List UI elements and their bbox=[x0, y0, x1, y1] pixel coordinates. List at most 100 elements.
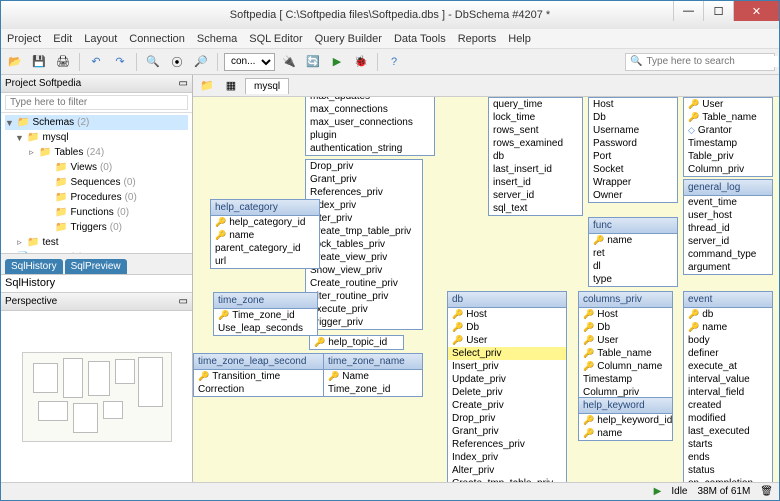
column-create_tmp_table_priv[interactable]: Create_tmp_table_priv bbox=[306, 225, 422, 238]
column-parent_category_id[interactable]: parent_category_id bbox=[211, 242, 319, 255]
tab-sqlpreview[interactable]: SqlPreview bbox=[65, 259, 127, 274]
column-timestamp[interactable]: Timestamp bbox=[579, 373, 672, 386]
column-user[interactable]: 🔑User bbox=[579, 334, 672, 347]
column-server_id[interactable]: server_id bbox=[684, 235, 772, 248]
column-create_priv[interactable]: Create_priv bbox=[448, 399, 566, 412]
column-max_user_connections[interactable]: max_user_connections bbox=[306, 116, 434, 129]
column-query_time[interactable]: query_time bbox=[489, 98, 582, 111]
column-ret[interactable]: ret bbox=[589, 247, 677, 260]
column-time_zone_id[interactable]: Time_zone_id bbox=[324, 383, 422, 396]
table-time_zone_leap_second[interactable]: time_zone_leap_second🔑Transition_timeCor… bbox=[193, 353, 328, 397]
table-header[interactable]: func bbox=[589, 218, 677, 234]
column-name[interactable]: 🔑name bbox=[589, 234, 677, 247]
table-time_zone_name[interactable]: time_zone_name🔑NameTime_zone_id bbox=[323, 353, 423, 397]
column-db[interactable]: 🔑Db bbox=[448, 321, 566, 334]
menu-data-tools[interactable]: Data Tools bbox=[394, 33, 446, 45]
column-starts[interactable]: starts bbox=[684, 438, 772, 451]
column-server_id[interactable]: server_id bbox=[489, 189, 582, 202]
column-insert_id[interactable]: insert_id bbox=[489, 176, 582, 189]
table-header[interactable]: db bbox=[448, 292, 566, 308]
column-event_time[interactable]: event_time bbox=[684, 196, 772, 209]
column-db[interactable]: 🔑db bbox=[684, 308, 772, 321]
column-insert_priv[interactable]: Insert_priv bbox=[448, 360, 566, 373]
menu-schema[interactable]: Schema bbox=[197, 33, 237, 45]
column-create_routine_priv[interactable]: Create_routine_priv bbox=[306, 277, 422, 290]
column-interval_value[interactable]: interval_value bbox=[684, 373, 772, 386]
column-create_tmp_table_priv[interactable]: Create_tmp_table_priv bbox=[448, 477, 566, 482]
column-port[interactable]: Port bbox=[589, 150, 677, 163]
help-icon[interactable]: ? bbox=[384, 52, 404, 72]
trash-icon[interactable]: 🗑 bbox=[760, 486, 773, 497]
column-table_priv[interactable]: Table_priv bbox=[684, 150, 772, 163]
column-db[interactable]: 🔑Db bbox=[579, 321, 672, 334]
tree-item-triggers[interactable]: 📁Triggers (0) bbox=[5, 220, 188, 235]
column-status[interactable]: status bbox=[684, 464, 772, 477]
zoom-in-icon[interactable]: 🔎 bbox=[191, 52, 211, 72]
column-type[interactable]: type bbox=[589, 273, 677, 286]
column-help_keyword_id[interactable]: 🔑help_keyword_id bbox=[579, 414, 672, 427]
column-host[interactable]: 🔑Host bbox=[579, 308, 672, 321]
column-alter_routine_priv[interactable]: Alter_routine_priv bbox=[306, 290, 422, 303]
close-button[interactable]: ✕ bbox=[733, 1, 779, 21]
column-plugin[interactable]: plugin bbox=[306, 129, 434, 142]
table-func[interactable]: func🔑nameretdltype bbox=[588, 217, 678, 287]
debug-icon[interactable]: 🐞 bbox=[351, 52, 371, 72]
zoom-100-icon[interactable]: ⦿ bbox=[167, 52, 187, 72]
table-t5[interactable]: 🔑User🔑Table_name◇GrantorTimestampTable_p… bbox=[683, 97, 773, 177]
minimize-button[interactable]: — bbox=[673, 1, 703, 21]
column-body[interactable]: body bbox=[684, 334, 772, 347]
maximize-button[interactable]: ☐ bbox=[703, 1, 733, 21]
column-show_view_priv[interactable]: Show_view_priv bbox=[306, 264, 422, 277]
column-name[interactable]: 🔑name bbox=[579, 427, 672, 440]
table-header[interactable]: help_keyword bbox=[579, 398, 672, 414]
column-sql_text[interactable]: sql_text bbox=[489, 202, 582, 215]
column-name[interactable]: 🔑name bbox=[684, 321, 772, 334]
column-password[interactable]: Password bbox=[589, 137, 677, 150]
table-header[interactable]: time_zone_leap_second bbox=[194, 354, 327, 370]
menu-query-builder[interactable]: Query Builder bbox=[315, 33, 382, 45]
column-alter_priv[interactable]: Alter_priv bbox=[306, 212, 422, 225]
column-user[interactable]: 🔑User bbox=[448, 334, 566, 347]
column-db[interactable]: db bbox=[489, 150, 582, 163]
menu-help[interactable]: Help bbox=[508, 33, 531, 45]
tab-mysql[interactable]: mysql bbox=[245, 78, 289, 94]
folder-icon[interactable]: 📁 bbox=[197, 76, 217, 96]
column-interval_field[interactable]: interval_field bbox=[684, 386, 772, 399]
column-select_priv[interactable]: Select_priv bbox=[448, 347, 566, 360]
column-dl[interactable]: dl bbox=[589, 260, 677, 273]
menu-layout[interactable]: Layout bbox=[84, 33, 117, 45]
tree-item-mysql[interactable]: ▼📁mysql bbox=[5, 130, 188, 145]
table-help_keyword[interactable]: help_keyword🔑help_keyword_id🔑name bbox=[578, 397, 673, 441]
table-t4[interactable]: HostDbUsernamePasswordPortSocketWrapperO… bbox=[588, 97, 678, 203]
collapse-icon[interactable]: ▭ bbox=[179, 78, 188, 89]
connection-combo[interactable]: con... bbox=[224, 53, 275, 71]
connect-icon[interactable]: 🔌 bbox=[279, 52, 299, 72]
column-url[interactable]: url bbox=[211, 255, 319, 268]
column-drop_priv[interactable]: Drop_priv bbox=[448, 412, 566, 425]
column-references_priv[interactable]: References_priv bbox=[448, 438, 566, 451]
tree-item-functions[interactable]: 📁Functions (0) bbox=[5, 205, 188, 220]
column-column_name[interactable]: 🔑Column_name bbox=[579, 360, 672, 373]
column-delete_priv[interactable]: Delete_priv bbox=[448, 386, 566, 399]
table-header[interactable]: help_category bbox=[211, 200, 319, 216]
column-modified[interactable]: modified bbox=[684, 412, 772, 425]
search-input[interactable] bbox=[646, 56, 778, 67]
column-max_connections[interactable]: max_connections bbox=[306, 103, 434, 116]
column-alter_priv[interactable]: Alter_priv bbox=[448, 464, 566, 477]
column-grant_priv[interactable]: Grant_priv bbox=[306, 173, 422, 186]
column-trigger_priv[interactable]: Trigger_priv bbox=[306, 316, 422, 329]
column-references_priv[interactable]: References_priv bbox=[306, 186, 422, 199]
table-t2[interactable]: Drop_privGrant_privReferences_privIndex_… bbox=[305, 159, 423, 330]
column-host[interactable]: 🔑Host bbox=[448, 308, 566, 321]
collapse-icon[interactable]: ▭ bbox=[179, 296, 188, 307]
column-on_completion[interactable]: on_completion bbox=[684, 477, 772, 482]
column-help_topic_id[interactable]: 🔑help_topic_id bbox=[310, 336, 403, 349]
menu-reports[interactable]: Reports bbox=[458, 33, 497, 45]
column-user[interactable]: 🔑User bbox=[684, 98, 772, 111]
column-correction[interactable]: Correction bbox=[194, 383, 327, 396]
column-host[interactable]: Host bbox=[589, 98, 677, 111]
tree-item-test[interactable]: ▹📁test bbox=[5, 235, 188, 250]
tree-item-views[interactable]: 📁Views (0) bbox=[5, 160, 188, 175]
column-user_host[interactable]: user_host bbox=[684, 209, 772, 222]
column-table_name[interactable]: 🔑Table_name bbox=[579, 347, 672, 360]
